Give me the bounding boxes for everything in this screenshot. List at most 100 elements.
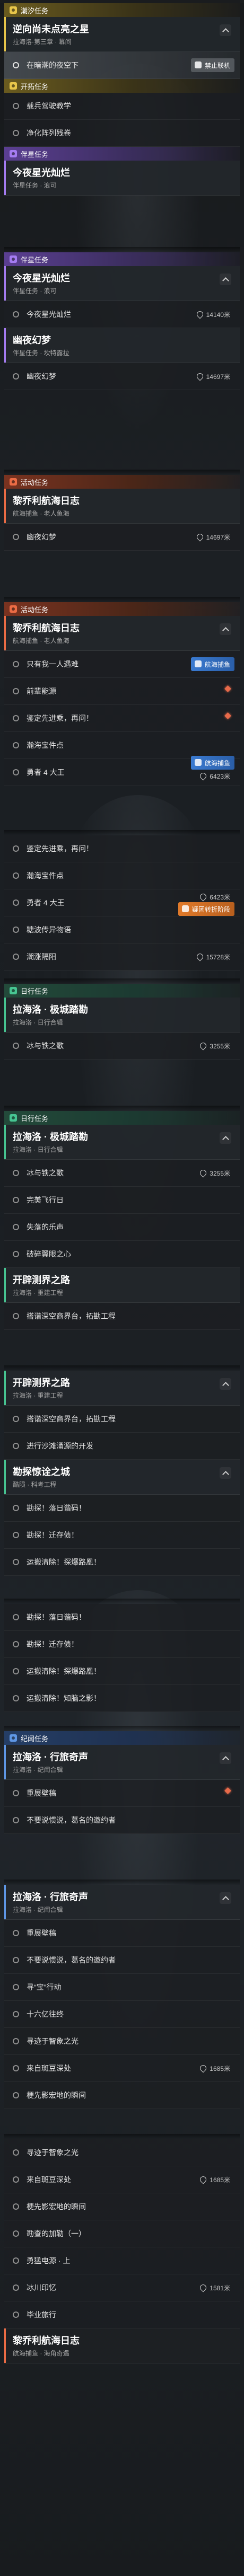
step-label: 勇者 4 大王 <box>27 898 65 907</box>
accent-bar <box>4 1268 6 1302</box>
quest-step-item[interactable]: 重展壁稿 <box>4 1920 240 1947</box>
quest-step-item[interactable]: 今夜星光灿烂 14140米 <box>4 301 240 328</box>
quest-step-item[interactable]: 冰川印忆 1581米 <box>4 2274 240 2301</box>
quest-step-item[interactable]: 十六亿往终 <box>4 2001 240 2028</box>
quest-step-item[interactable]: 净化阵列残卷 <box>4 120 240 147</box>
category-header-event[interactable]: 活动任务 <box>4 475 240 489</box>
quest-card[interactable]: 逆向尚未点亮之星 拉海洛·第三章 · 幕间 <box>4 17 240 52</box>
radio-icon <box>13 1984 19 1990</box>
quest-step-item[interactable]: 失落的乐声 <box>4 1214 240 1241</box>
quest-step-item[interactable]: 勘查的加勒（一） <box>4 2220 240 2247</box>
quest-card[interactable]: 开辟测界之路 拉海洛 · 重建工程 <box>4 1371 240 1406</box>
quest-step-item[interactable]: 糖波传异物语 <box>4 916 240 943</box>
quest-step-item[interactable]: 潮涨隔阳 15728米 <box>4 943 240 971</box>
quest-step-item[interactable]: 梗先影宏地的瞬间 <box>4 2193 240 2220</box>
collapse-chevron-icon[interactable] <box>220 623 231 635</box>
quest-step-item[interactable]: 来自斑豆深处 1685米 <box>4 2166 240 2193</box>
quest-step-item[interactable]: 鉴定先进乘，再问！ <box>4 705 240 732</box>
quest-step-item[interactable]: 勘探！迁存债！ <box>4 1522 240 1549</box>
radio-icon <box>13 1532 19 1538</box>
quest-step-item[interactable]: 勘探！落日谐码！ <box>4 1604 240 1631</box>
collapse-chevron-icon[interactable] <box>220 1752 231 1764</box>
radio-icon <box>13 1224 19 1230</box>
quest-step-item[interactable]: 寻迹于智象之光 <box>4 2139 240 2166</box>
collapse-chevron-icon[interactable] <box>220 1378 231 1390</box>
collapse-chevron-icon[interactable] <box>220 274 231 285</box>
quest-card[interactable]: 黎乔利航海日志 航海捕鱼 · 海角奇遇 <box>4 2328 240 2363</box>
quest-subtitle: 伴星任务 · 坎特露拉 <box>13 349 69 357</box>
accent-bar <box>4 1125 6 1159</box>
quest-step-item[interactable]: 勇者 4 大王 航海捕鱼 6423米 <box>4 756 240 786</box>
quest-step-item[interactable]: 鉴定先进乘，再问！ <box>4 835 240 862</box>
radio-icon <box>13 872 19 879</box>
quest-card[interactable]: 开辟测界之路 拉海洛 · 重建工程 <box>4 1268 240 1303</box>
quest-subtitle: 伴星任务 · 浪可 <box>13 287 57 295</box>
step-label: 前辈能源 <box>27 687 56 695</box>
quest-card[interactable]: 拉海洛 · 极城踏勘 拉海洛 · 日行合辑 <box>4 1125 240 1160</box>
quest-subtitle: 拉海洛·第三章 · 幕间 <box>13 38 72 46</box>
category-header-daily[interactable]: 日行任务 <box>4 1111 240 1125</box>
quest-card[interactable]: 勘探惊诠之城 酷陨 · 科考工程 <box>4 1460 240 1495</box>
quest-card[interactable]: 黎乔利航海日志 航海捕鱼 · 老人鱼海 <box>4 616 240 651</box>
quest-step-item[interactable]: 搭谐深空商界台，拓勘工程 <box>4 1303 240 1330</box>
quest-step-item[interactable]: 完美飞行日 <box>4 1187 240 1214</box>
quest-step-item[interactable]: 寻“宝”行动 <box>4 1974 240 2001</box>
quest-step-item[interactable]: 勇者 4 大王 6423米 疑团转折阶段 <box>4 889 240 916</box>
collapse-chevron-icon[interactable] <box>220 1467 231 1479</box>
collapse-chevron-icon[interactable] <box>220 1892 231 1904</box>
quest-step-item[interactable]: 运搬清除！知脑之影！ <box>4 1685 240 1712</box>
collapse-chevron-icon[interactable] <box>220 24 231 36</box>
quest-step-item[interactable]: 在暗潮的夜空下 禁止联机 <box>4 52 240 79</box>
quest-step-item[interactable]: 寻迹于智象之光 <box>4 2028 240 2055</box>
category-header-companion[interactable]: 伴星任务 <box>4 147 240 161</box>
step-label: 重展壁稿 <box>27 1789 56 1797</box>
category-header-event[interactable]: 活动任务 <box>4 602 240 616</box>
radio-icon <box>13 62 19 68</box>
quest-step-item[interactable]: 冰与铁之歌 3255米 <box>4 1033 240 1060</box>
quest-subtitle: 酷陨 · 科考工程 <box>13 1481 57 1488</box>
step-label: 寻迹于智象之光 <box>27 2148 79 2157</box>
quest-step-item[interactable]: 勘探！落日谐码！ <box>4 1495 240 1522</box>
quest-step-item[interactable]: 进行沙滩涌源的开发 <box>4 1433 240 1460</box>
step-label: 鉴定先进乘，再问！ <box>27 714 93 722</box>
quest-step-item[interactable]: 勇猛电源 · 上 <box>4 2247 240 2274</box>
quest-step-item[interactable]: 破碎翼眼之心 <box>4 1241 240 1268</box>
radio-icon <box>13 1641 19 1647</box>
quest-step-item[interactable]: 瀚海宝件点 <box>4 862 240 889</box>
quest-step-item[interactable]: 重展壁稿 <box>4 1780 240 1807</box>
quest-card[interactable]: 幽夜幻梦 伴星任务 · 坎特露拉 <box>4 328 240 363</box>
category-header-trailblaze[interactable]: 开拓任务 <box>4 79 240 93</box>
quest-step-item[interactable]: 瀚海宝件点 <box>4 732 240 759</box>
quest-card[interactable]: 拉海洛 · 行旅奇声 拉海洛 · 纪闻合辑 <box>4 1745 240 1780</box>
quest-step-item[interactable]: 勘探！迁存债！ <box>4 1631 240 1658</box>
quest-step-item[interactable]: 冰与铁之歌 3255米 <box>4 1160 240 1187</box>
category-header-daily[interactable]: 日行任务 <box>4 984 240 998</box>
quest-step-item[interactable]: 载兵驾驶教学 <box>4 93 240 120</box>
quest-step-item[interactable]: 只有我一人遇难 航海捕鱼 <box>4 651 240 678</box>
quest-step-item[interactable]: 梗先影宏地的瞬间 <box>4 2082 240 2109</box>
quest-step-item[interactable]: 幽夜幻梦 14697米 <box>4 524 240 551</box>
quest-card[interactable]: 拉海洛 · 极城踏勘 拉海洛 · 日行合辑 <box>4 998 240 1033</box>
collapse-chevron-icon[interactable] <box>220 1132 231 1144</box>
quest-step-item[interactable]: 运搬清除！探爆路凰！ <box>4 1549 240 1576</box>
quest-step-item[interactable]: 毕业旅行 <box>4 2301 240 2328</box>
category-header-story[interactable]: 纪闻任务 <box>4 1731 240 1745</box>
quest-card[interactable]: 黎乔利航海日志 航海捕鱼 · 老人鱼海 <box>4 489 240 524</box>
category-header-companion[interactable]: 伴星任务 <box>4 252 240 266</box>
fishing-tag: 航海捕鱼 <box>190 756 234 770</box>
quest-card[interactable]: 今夜星光灿烂 伴星任务 · 浪可 <box>4 161 240 196</box>
step-label: 瀚海宝件点 <box>27 741 64 749</box>
quest-card[interactable]: 拉海洛 · 行旅奇声 拉海洛 · 纪闻合辑 <box>4 1885 240 1920</box>
radio-icon <box>13 899 19 906</box>
quest-step-item[interactable]: 前辈能源 <box>4 678 240 705</box>
category-label: 活动任务 <box>21 605 49 614</box>
quest-card[interactable]: 今夜星光灿烂 伴星任务 · 浪可 <box>4 266 240 301</box>
quest-step-item[interactable]: 幽夜幻梦 14697米 <box>4 363 240 390</box>
quest-step-item[interactable]: 不要说惯说，葛名的邀约者 <box>4 1807 240 1834</box>
quest-step-item[interactable]: 来自斑豆深处 1685米 <box>4 2055 240 2082</box>
quest-step-item[interactable]: 不要说惯说，葛名的邀约者 <box>4 1947 240 1974</box>
quest-subtitle: 伴星任务 · 浪可 <box>13 182 57 189</box>
category-header-trial[interactable]: 潮汐任务 <box>4 3 240 17</box>
quest-step-item[interactable]: 运搬清除！探爆路凰！ <box>4 1658 240 1685</box>
quest-step-item[interactable]: 搭谐深空商界台，拓勘工程 <box>4 1406 240 1433</box>
